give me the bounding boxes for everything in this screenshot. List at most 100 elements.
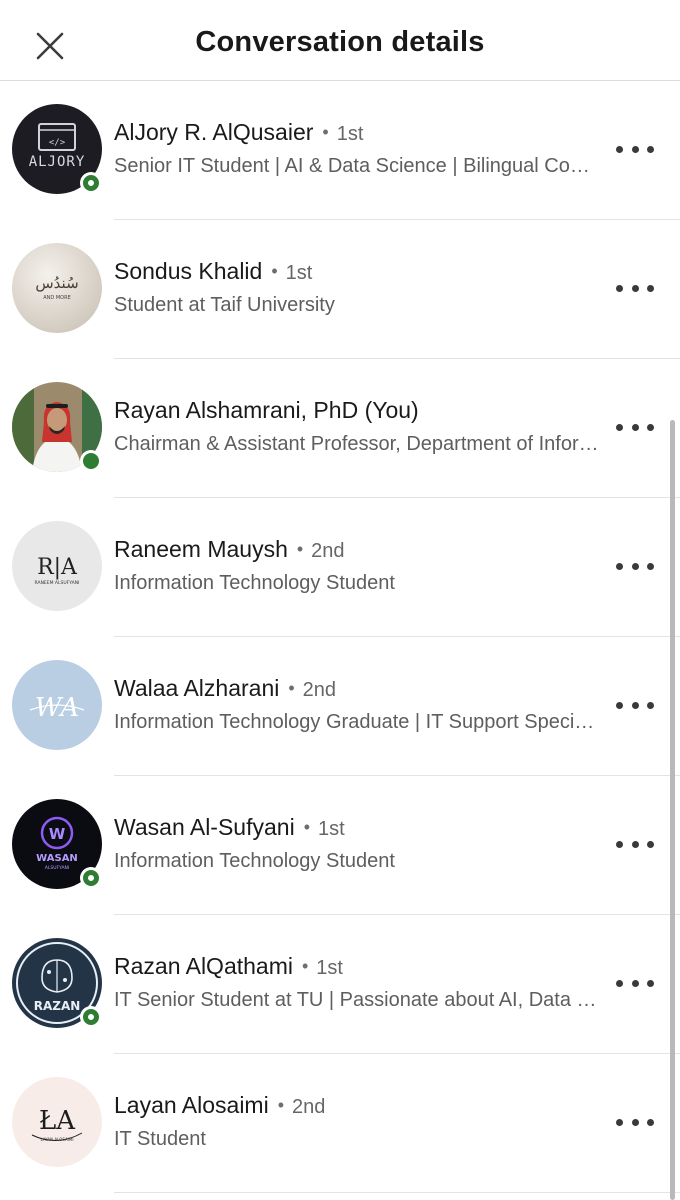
svg-text:RANEEM ALSUFYANI: RANEEM ALSUFYANI xyxy=(35,580,80,586)
participant-name-line[interactable]: Raneem Mauysh • 2nd xyxy=(114,536,345,563)
participant-name-line[interactable]: Layan Alosaimi • 2nd xyxy=(114,1092,325,1119)
more-dots-icon xyxy=(616,423,623,431)
avatar[interactable]: R|A RANEEM ALSUFYANI xyxy=(12,521,102,611)
participant-row[interactable]: ŁA LAYAN ALOSAIMI Layan Alosaimi • 2nd IT … xyxy=(0,1054,680,1193)
participant-name: Layan Alosaimi xyxy=(114,1092,269,1118)
svg-text:ALSUFYANI: ALSUFYANI xyxy=(45,865,70,871)
participant-name: Sondus Khalid xyxy=(114,258,263,284)
connection-degree: 2nd xyxy=(292,1096,326,1118)
divider xyxy=(114,1192,680,1193)
presence-indicator xyxy=(80,172,102,194)
more-dots-icon xyxy=(616,701,623,709)
svg-text:WASAN: WASAN xyxy=(36,853,78,864)
participant-name: Wasan Al-Sufyani xyxy=(114,814,295,840)
presence-indicator xyxy=(80,867,102,889)
participant-headline: Information Technology Student xyxy=(114,572,395,594)
connection-degree: 1st xyxy=(285,262,313,284)
separator-dot: • xyxy=(271,261,278,281)
svg-text:LAYAN ALOSAIMI: LAYAN ALOSAIMI xyxy=(40,1137,73,1142)
participant-name: Rayan Alshamrani, PhD (You) xyxy=(114,397,419,423)
connection-degree: 1st xyxy=(336,123,364,145)
header-bar: Conversation details xyxy=(0,0,680,81)
participant-name-line[interactable]: Razan AlQathami • 1st xyxy=(114,953,343,980)
svg-text:W: W xyxy=(49,825,66,843)
participant-row[interactable]: </> ALJORY AlJory R. AlQusaier • 1st Senio… xyxy=(0,81,680,220)
more-options-button[interactable] xyxy=(612,276,658,300)
avatar-container: ŁA LAYAN ALOSAIMI xyxy=(12,1077,102,1167)
avatar-image: R|A RANEEM ALSUFYANI xyxy=(12,521,102,611)
participant-headline: IT Student xyxy=(114,1128,206,1150)
participant-headline: IT Senior Student at TU | Passionate abo… xyxy=(114,989,599,1011)
avatar-image: سُندُس AND MORE xyxy=(12,243,102,333)
participant-list: </> ALJORY AlJory R. AlQusaier • 1st Senio… xyxy=(0,81,680,1193)
avatar-container: RAZAN xyxy=(12,938,102,1028)
svg-text:ALJORY: ALJORY xyxy=(29,154,86,170)
svg-text:RAZAN: RAZAN xyxy=(34,999,81,1013)
avatar-image: ŁA LAYAN ALOSAIMI xyxy=(12,1077,102,1167)
connection-degree: 2nd xyxy=(302,679,337,701)
more-options-button[interactable] xyxy=(612,415,658,439)
avatar[interactable]: ŁA LAYAN ALOSAIMI xyxy=(12,1077,102,1167)
separator-dot: • xyxy=(296,539,304,559)
participant-name: Walaa Alzharani xyxy=(114,675,280,701)
participant-row[interactable]: W WASAN ALSUFYANI Wasan Al-Sufyani • 1st I… xyxy=(0,776,680,915)
participant-name: Raneem Mauysh xyxy=(114,536,288,562)
avatar-container: </> ALJORY xyxy=(12,104,102,194)
more-options-button[interactable] xyxy=(612,554,658,578)
participant-row[interactable]: سُندُس AND MORE Sondus Khalid • 1st Studen… xyxy=(0,220,680,359)
more-dots-icon xyxy=(616,562,623,570)
svg-text:R|A: R|A xyxy=(37,555,78,580)
avatar-container: WA xyxy=(12,660,102,750)
separator-dot: • xyxy=(277,1095,285,1115)
separator-dot: • xyxy=(288,678,295,698)
avatar-container xyxy=(12,382,102,472)
connection-degree: 1st xyxy=(318,818,345,840)
svg-text:سُندُس: سُندُس xyxy=(35,274,78,292)
participant-name-line[interactable]: Sondus Khalid • 1st xyxy=(114,258,312,285)
svg-text:WA: WA xyxy=(35,693,79,723)
avatar-container: W WASAN ALSUFYANI xyxy=(12,799,102,889)
page-title: Conversation details xyxy=(195,26,485,58)
scrollbar[interactable] xyxy=(670,420,675,1200)
more-options-button[interactable] xyxy=(612,1110,658,1134)
participant-row[interactable]: Rayan Alshamrani, PhD (You) Chairman & A… xyxy=(0,359,680,498)
participant-name: Razan AlQathami xyxy=(114,953,293,979)
avatar-container: R|A RANEEM ALSUFYANI xyxy=(12,521,102,611)
more-options-button[interactable] xyxy=(612,971,658,995)
more-options-button[interactable] xyxy=(612,832,658,856)
more-dots-icon xyxy=(616,979,623,987)
participant-headline: Student at Taif University xyxy=(114,294,335,316)
participant-headline: Chairman & Assistant Professor, Departme… xyxy=(114,433,599,455)
participant-name-line[interactable]: Walaa Alzharani • 2nd xyxy=(114,675,336,702)
participant-headline: Senior IT Student | AI & Data Science | … xyxy=(114,155,599,177)
separator-dot: • xyxy=(322,122,329,142)
presence-indicator xyxy=(80,1006,102,1028)
separator-dot: • xyxy=(301,956,309,976)
svg-text:</>: </> xyxy=(49,138,66,148)
presence-indicator xyxy=(80,450,102,472)
more-dots-icon xyxy=(616,1118,623,1126)
more-dots-icon xyxy=(616,145,623,153)
participant-name: AlJory R. AlQusaier xyxy=(114,119,314,145)
participant-row[interactable]: R|A RANEEM ALSUFYANI Raneem Mauysh • 2nd I… xyxy=(0,498,680,637)
participant-name-line[interactable]: Wasan Al-Sufyani • 1st xyxy=(114,814,345,841)
avatar[interactable]: سُندُس AND MORE xyxy=(12,243,102,333)
avatar-container: سُندُس AND MORE xyxy=(12,243,102,333)
participant-headline: Information Technology Student xyxy=(114,850,395,872)
more-dots-icon xyxy=(616,840,623,848)
connection-degree: 2nd xyxy=(311,540,345,562)
svg-text:ŁA: ŁA xyxy=(39,1106,76,1136)
more-options-button[interactable] xyxy=(612,693,658,717)
avatar[interactable]: WA xyxy=(12,660,102,750)
svg-text:AND MORE: AND MORE xyxy=(43,295,70,301)
participant-headline: Information Technology Graduate | IT Sup… xyxy=(114,711,599,733)
participant-row[interactable]: RAZAN Razan AlQathami • 1st IT Senior Stud… xyxy=(0,915,680,1054)
more-dots-icon xyxy=(616,284,623,292)
participant-name-line[interactable]: Rayan Alshamrani, PhD (You) xyxy=(114,397,419,424)
separator-dot: • xyxy=(303,817,310,837)
connection-degree: 1st xyxy=(316,957,343,979)
avatar-image: WA xyxy=(12,660,102,750)
participant-row[interactable]: WA Walaa Alzharani • 2nd Information Techn… xyxy=(0,637,680,776)
participant-name-line[interactable]: AlJory R. AlQusaier • 1st xyxy=(114,119,363,146)
more-options-button[interactable] xyxy=(612,137,658,161)
